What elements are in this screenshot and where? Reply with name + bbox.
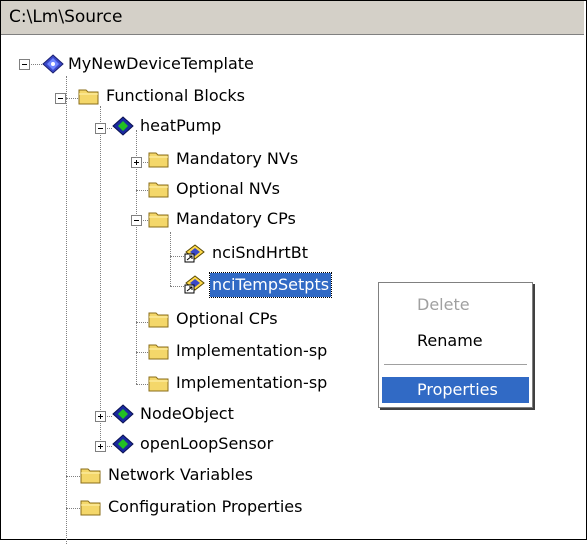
menu-item-delete[interactable]: Delete [382,292,529,318]
tree-item-mandatory-cps[interactable]: Mandatory CPs [174,207,298,231]
tree-line [170,232,171,286]
expand-toggle[interactable] [131,157,142,168]
path-header: C:\Lm\Source [1,1,584,35]
folder-icon [148,309,170,329]
collapse-toggle[interactable] [55,93,66,104]
tree-line [136,352,148,353]
tree-item-configuration-properties[interactable]: Configuration Properties [106,495,304,519]
folder-icon [148,179,170,199]
config-property-icon [184,243,206,263]
expand-toggle[interactable] [95,441,106,452]
tree-item-nodeobject[interactable]: NodeObject [138,402,236,426]
context-menu: Delete Rename Properties [378,282,533,408]
menu-separator [384,364,527,365]
tree-item-network-variables[interactable]: Network Variables [106,463,255,487]
folder-icon [148,341,170,361]
tree-item-implementation-2[interactable]: Implementation-sp [174,371,329,395]
tree-line [136,190,148,191]
tree-item-heatpump[interactable]: heatPump [138,114,223,138]
folder-icon [148,209,170,229]
tree-item-optional-nvs[interactable]: Optional NVs [174,177,282,201]
config-property-icon [184,274,206,294]
folder-icon [148,373,170,393]
tree-line [136,384,148,385]
tree-item-ncisndhrtbt[interactable]: nciSndHrtBt [210,241,310,265]
expand-toggle[interactable] [95,411,106,422]
tree-line [136,322,148,323]
tree-item-implementation-1[interactable]: Implementation-sp [174,339,329,363]
functional-block-icon [112,404,134,424]
tree-line [100,106,101,446]
device-template-icon [42,54,64,74]
collapse-toggle[interactable] [95,123,106,134]
tree-item-optional-cps[interactable]: Optional CPs [174,307,280,331]
tree-line [66,76,67,544]
tree-item-ncitempsetpts[interactable]: nciTempSetpts [208,272,333,298]
tree-line [66,98,78,99]
tree-line [66,476,80,477]
tree-line [170,286,184,287]
tree-line [170,256,184,257]
collapse-toggle[interactable] [19,59,30,70]
functional-block-icon [112,116,134,136]
functional-block-icon [112,434,134,454]
tree-item-mandatory-nvs[interactable]: Mandatory NVs [174,147,300,171]
collapse-toggle[interactable] [131,215,142,226]
tree-line [66,508,80,509]
folder-icon [80,497,102,517]
folder-icon [80,465,102,485]
menu-item-rename[interactable]: Rename [382,328,529,354]
tree-item-root[interactable]: MyNewDeviceTemplate [66,52,256,76]
tree-item-functional-blocks[interactable]: Functional Blocks [104,84,247,108]
menu-item-properties[interactable]: Properties [382,377,529,403]
tree-line [136,130,137,384]
folder-icon [78,86,100,106]
tree-item-openloopsensor[interactable]: openLoopSensor [138,432,275,456]
folder-icon [148,149,170,169]
